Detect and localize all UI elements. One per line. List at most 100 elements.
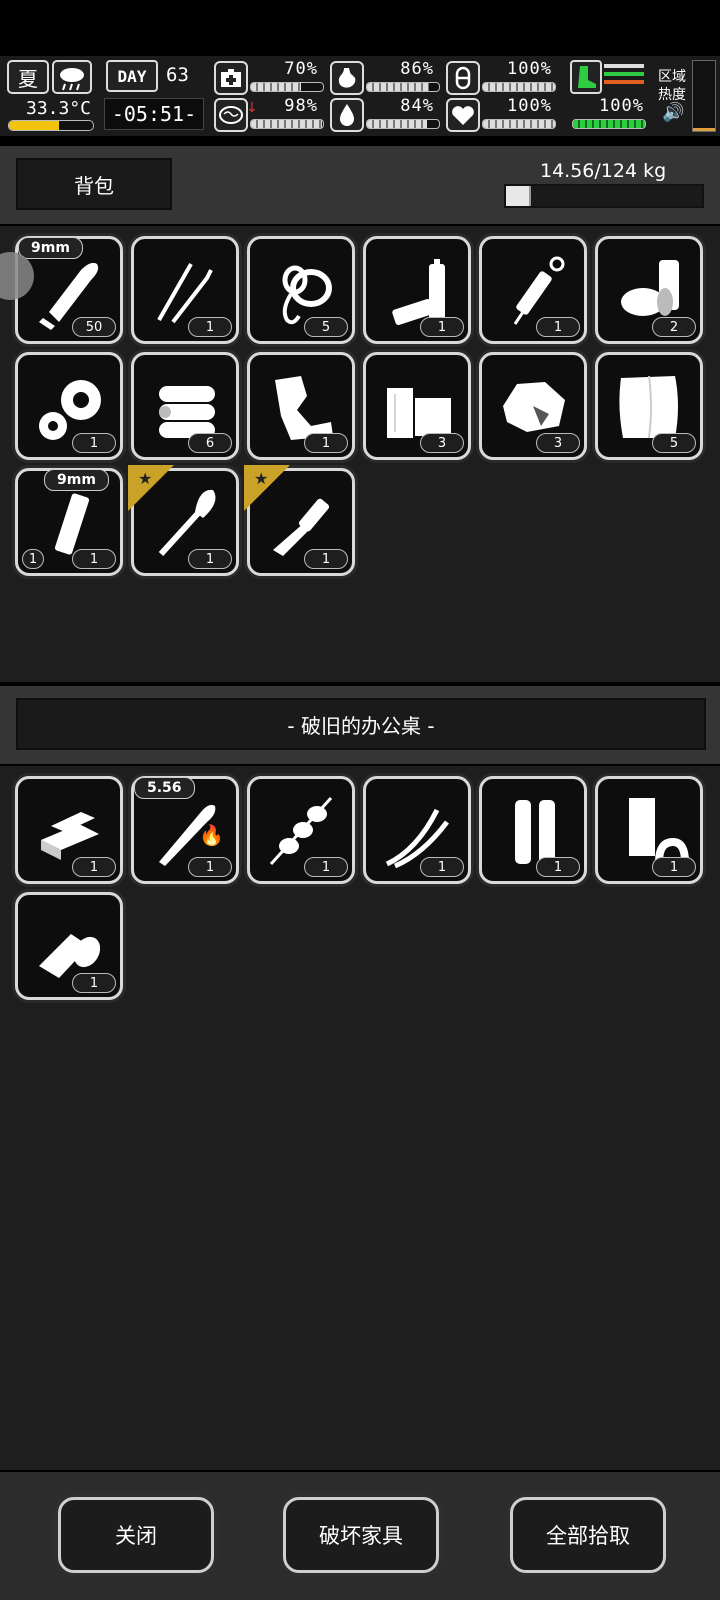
item-quantity: 1: [72, 433, 116, 453]
thirst-value: 84%: [400, 96, 434, 116]
medicine-value: 100%: [507, 59, 552, 79]
day-badge: DAY: [106, 60, 158, 92]
item-quantity: 1: [72, 973, 116, 993]
item-quantity: 1: [188, 857, 232, 877]
thirst-bar: [366, 119, 440, 129]
container-title-text: - 破旧的办公桌 -: [287, 713, 435, 738]
sanity-bar: [250, 119, 324, 129]
health-bar-fill: [251, 83, 302, 91]
item-quantity: 1: [188, 317, 232, 337]
health-value: 70%: [284, 59, 318, 79]
thirst-bar-fill: [367, 120, 428, 128]
item-quantity: 1: [304, 549, 348, 569]
item-quantity: 1: [72, 549, 116, 569]
item-quantity: 5: [304, 317, 348, 337]
fire-icon: 🔥: [199, 823, 224, 847]
boot-icon: [570, 60, 602, 94]
heat-label: 热度: [658, 87, 686, 103]
container-slot-bandage-roll[interactable]: 1: [15, 892, 123, 1000]
stamina-value: 100%: [599, 96, 644, 116]
star-icon: ★: [254, 469, 269, 488]
season-label: 夏: [18, 66, 38, 91]
backpack-header: 背包 14.56/124 kg: [0, 146, 720, 224]
status-stripes: [604, 64, 644, 84]
region-heat-meter: [692, 60, 716, 132]
item-quantity: 1: [420, 857, 464, 877]
medkit-icon: [214, 61, 248, 95]
container-slot-wires[interactable]: 1: [363, 776, 471, 884]
destroy-furniture-button[interactable]: 破坏家具: [283, 1497, 439, 1573]
brain-icon: [214, 98, 248, 132]
clock: -05:51-: [104, 98, 204, 130]
container-title: - 破旧的办公桌 -: [16, 698, 706, 750]
container-slot-kebab[interactable]: 1: [247, 776, 355, 884]
backpack-title: 背包: [16, 158, 172, 210]
item-quantity: 1: [304, 857, 348, 877]
mood-bar: [482, 119, 556, 129]
heart-icon: [446, 98, 480, 132]
stamina-bar-fill: [573, 120, 645, 128]
backpack-slot-syringe[interactable]: 1: [479, 236, 587, 344]
backpack-slot-magazine-9mm[interactable]: 9mm 1 1: [15, 468, 123, 576]
hunger-bar-fill: [367, 83, 429, 91]
item-secondary-count: 1: [22, 549, 44, 569]
item-quantity: 1: [304, 433, 348, 453]
backpack-slot-shovel[interactable]: ★ 1: [128, 465, 239, 576]
container-grid: 1 5.56 🔥 1 1 1 1 1 1: [0, 766, 720, 1470]
backpack-title-text: 背包: [74, 173, 114, 198]
item-quantity: 1: [72, 857, 116, 877]
temperature-readout: 33.3°C: [26, 98, 92, 119]
backpack-slot-planks[interactable]: 3: [363, 352, 471, 460]
container-slot-tubes[interactable]: 1: [479, 776, 587, 884]
item-quantity: 1: [188, 549, 232, 569]
backpack-slot-ore[interactable]: 3: [479, 352, 587, 460]
backpack-slot-bullet-9mm[interactable]: 9mm 50: [15, 236, 123, 344]
health-bar: [250, 82, 324, 92]
season-badge: 夏: [7, 60, 49, 94]
speaker-icon[interactable]: 🔊: [662, 102, 684, 123]
backpack-slot-lockpick[interactable]: 1: [131, 236, 239, 344]
backpack-slot-logs[interactable]: 6: [131, 352, 239, 460]
item-quantity: 3: [536, 433, 580, 453]
backpack-slot-gears[interactable]: 1: [15, 352, 123, 460]
region-label: 区域: [658, 69, 686, 85]
backpack-slot-cloth[interactable]: 5: [595, 352, 703, 460]
hunger-bar: [366, 82, 440, 92]
weight-bar: [504, 184, 704, 208]
item-quantity: 1: [536, 317, 580, 337]
backpack-slot-knife[interactable]: ★ 1: [244, 465, 355, 576]
container-header: - 破旧的办公桌 -: [0, 686, 720, 764]
item-quantity: 1: [652, 857, 696, 877]
sanity-bar-fill: [251, 120, 322, 128]
backpack-slot-cans[interactable]: 2: [595, 236, 703, 344]
item-quantity: 6: [188, 433, 232, 453]
item-quantity: 1: [536, 857, 580, 877]
pill-icon: [446, 61, 480, 95]
item-quantity: 50: [72, 317, 116, 337]
backpack-slot-rope[interactable]: 5: [247, 236, 355, 344]
weight-bar-fill: [506, 186, 531, 206]
stamina-bar: [572, 119, 646, 129]
item-quantity: 2: [652, 317, 696, 337]
container-slot-bullet-556[interactable]: 5.56 🔥 1: [131, 776, 239, 884]
backpack-slot-batteries[interactable]: 1: [363, 236, 471, 344]
mood-value: 100%: [507, 96, 552, 116]
temperature-bar: [8, 120, 94, 131]
container-slot-tape-parts[interactable]: 1: [595, 776, 703, 884]
water-drop-icon: [330, 98, 364, 132]
stomach-icon: [330, 61, 364, 95]
weight-label: 14.56/124 kg: [540, 160, 667, 182]
medicine-bar: [482, 82, 556, 92]
take-all-button[interactable]: 全部拾取: [510, 1497, 666, 1573]
item-quantity: 3: [420, 433, 464, 453]
close-button[interactable]: 关闭: [58, 1497, 214, 1573]
item-tag: 9mm: [44, 469, 109, 491]
container-slot-metal-bars[interactable]: 1: [15, 776, 123, 884]
day-label: DAY: [117, 66, 147, 86]
item-quantity: 1: [420, 317, 464, 337]
sanity-value: 98%: [284, 96, 318, 116]
mood-bar-fill: [483, 120, 555, 128]
backpack-slot-scrap[interactable]: 1: [247, 352, 355, 460]
weather-icon: [52, 60, 92, 94]
medicine-bar-fill: [483, 83, 555, 91]
